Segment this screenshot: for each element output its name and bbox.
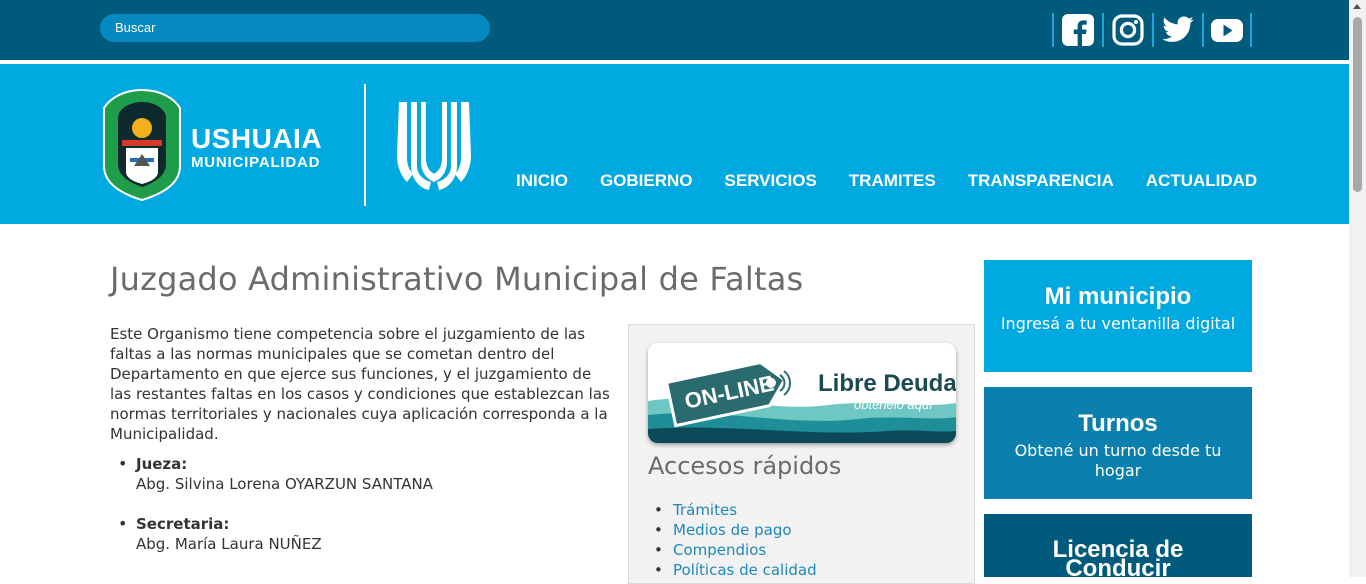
banner-title: Libre Deuda — [818, 370, 956, 397]
youtube-link[interactable] — [1202, 13, 1252, 47]
libre-deuda-graphic: ON-LINE Libre Deuda obtenelo aquí — [648, 343, 956, 443]
staff-role: Secretaria: — [136, 515, 230, 533]
staff-list: Jueza: Abg. Silvina Lorena OYARZUN SANTA… — [110, 454, 610, 574]
social-links — [1052, 13, 1252, 47]
quick-access-title: Accesos rápidos — [648, 452, 842, 480]
nav-inicio[interactable]: INICIO — [516, 171, 568, 191]
quick-link-medios-de-pago[interactable]: Medios de pago — [648, 520, 817, 540]
twitter-link[interactable] — [1152, 13, 1202, 47]
facebook-icon — [1062, 14, 1094, 46]
card-mi-municipio[interactable]: Mi municipio Ingresá a tu ventanilla dig… — [984, 260, 1252, 372]
youtube-icon — [1211, 19, 1243, 42]
page-scrollbar[interactable] — [1349, 0, 1366, 577]
staff-name: Abg. Silvina Lorena OYARZUN SANTANA — [136, 475, 433, 493]
nav-gobierno[interactable]: GOBIERNO — [600, 171, 693, 191]
intro-text: Este Organismo tiene competencia sobre e… — [110, 325, 610, 443]
page-title: Juzgado Administrativo Municipal de Falt… — [110, 260, 804, 298]
nav-tramites[interactable]: TRAMITES — [849, 171, 936, 191]
quick-link-politicas-de-calidad[interactable]: Políticas de calidad — [648, 560, 817, 580]
instagram-link[interactable] — [1102, 13, 1152, 47]
list-item: Secretaria: Abg. María Laura NUÑEZ — [110, 514, 610, 554]
list-item: Jueza: Abg. Silvina Lorena OYARZUN SANTA… — [110, 454, 610, 494]
logo-divider — [364, 84, 366, 206]
card-turnos[interactable]: Turnos Obtené un turno desde tu hogar — [984, 387, 1252, 499]
main-nav: INICIO GOBIERNO SERVICIOS TRAMITES TRANS… — [516, 171, 1257, 191]
facebook-link[interactable] — [1052, 13, 1102, 47]
libre-deuda-banner[interactable]: ON-LINE Libre Deuda obtenelo aquí — [648, 343, 956, 443]
brand-line-2: MUNICIPALIDAD — [191, 154, 321, 171]
instagram-icon — [1112, 14, 1144, 46]
staff-name: Abg. María Laura NUÑEZ — [136, 535, 322, 553]
nav-servicios[interactable]: SERVICIOS — [725, 171, 817, 191]
brand-name[interactable]: USHUAIA MUNICIPALIDAD — [191, 124, 322, 172]
quick-link-compendios[interactable]: Compendios — [648, 540, 817, 560]
top-bar — [0, 0, 1366, 60]
card-title: Licencia de Conducir — [1052, 536, 1184, 578]
site-header: USHUAIA MUNICIPALIDAD INICIO GOBIERNO SE… — [0, 64, 1366, 224]
brand-line-1: USHUAIA — [191, 123, 323, 154]
scroll-thumb[interactable] — [1353, 17, 1362, 192]
search-input[interactable] — [100, 14, 490, 42]
staff-role: Jueza: — [136, 455, 188, 473]
quick-access-list: Trámites Medios de pago Compendios Polít… — [648, 500, 817, 580]
card-title: Turnos — [1078, 410, 1158, 437]
card-subtitle: Obtené un turno desde tu hogar — [1014, 441, 1222, 480]
nav-actualidad[interactable]: ACTUALIDAD — [1146, 171, 1257, 191]
scroll-up-arrow-icon[interactable] — [1353, 4, 1361, 9]
quick-link-tramites[interactable]: Trámites — [648, 500, 817, 520]
u-logo — [397, 102, 471, 190]
card-licencia-de-conducir[interactable]: Licencia de Conducir — [984, 514, 1252, 577]
card-subtitle: Ingresá a tu ventanilla digital — [1000, 314, 1236, 333]
banner-subtitle: obtenelo aquí — [854, 397, 934, 412]
twitter-icon — [1162, 16, 1194, 42]
nav-transparencia[interactable]: TRANSPARENCIA — [968, 171, 1114, 191]
municipal-crest-logo[interactable] — [100, 88, 184, 202]
card-title: Mi municipio — [1044, 283, 1192, 310]
